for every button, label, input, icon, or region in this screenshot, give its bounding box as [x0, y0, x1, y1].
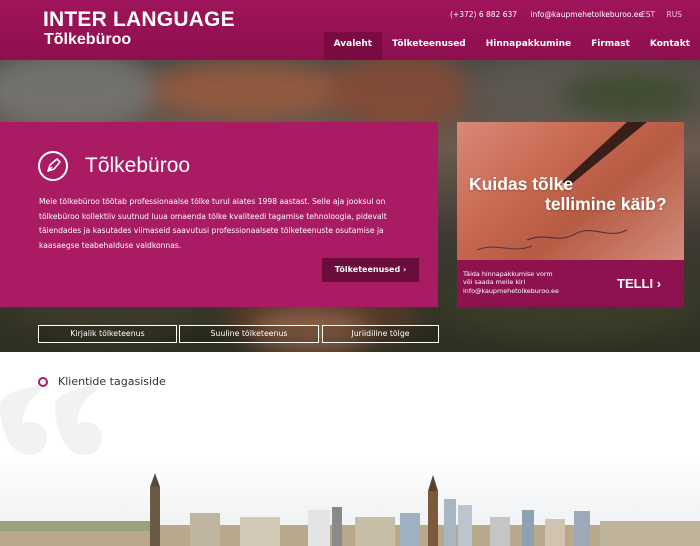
logo-subtitle: Tõlkebüroo [44, 31, 132, 48]
card-heading-line1: Kuidas tõlke [469, 174, 574, 194]
nav-tolketeenused[interactable]: Tõlketeenused [382, 32, 476, 60]
card-heading-line2: tellimine käib? [545, 194, 667, 214]
nav-firmast[interactable]: Firmast [581, 32, 640, 60]
email-link[interactable]: info@kaupmehetolkeburoo.ee [530, 10, 643, 19]
card-info-line2: või saada meile kiri [463, 278, 526, 287]
order-button[interactable]: TELLI › [617, 276, 661, 291]
intro-title: Tõlkebüroo [85, 154, 191, 177]
main-nav: Avaleht Tõlketeenused Hinnapakkumine Fir… [323, 32, 700, 60]
intro-text: Meie tõlkebüroo töötab professionaalse t… [39, 197, 387, 250]
logo[interactable]: INTER LANGUAGE Tõlkebüroo [43, 9, 235, 49]
language-switcher: EST RUS [641, 10, 691, 19]
site-header: INTER LANGUAGE Tõlkebüroo (+372) 6 882 6… [0, 0, 700, 60]
oral-translation-button[interactable]: Suuline tõlketeenus [179, 325, 319, 343]
header-contact: (+372) 6 882 637 info@kaupmehetolkeburoo… [450, 10, 654, 19]
nav-kontakt[interactable]: Kontakt [640, 32, 700, 60]
written-translation-button[interactable]: Kirjalik tõlketeenus [38, 325, 177, 343]
legal-translation-button[interactable]: Juriidiline tõlge [322, 325, 439, 343]
card-info: Täida hinnapakkumise vorm või saada meil… [463, 270, 608, 295]
card-info-email[interactable]: info@kaupmehetolkeburoo.ee [463, 287, 608, 295]
lang-rus[interactable]: RUS [666, 10, 681, 19]
nav-hinnapakkumine[interactable]: Hinnapakkumine [476, 32, 581, 60]
card-info-line1: Täida hinnapakkumise vorm [463, 270, 553, 278]
testimonials-title: Klientide tagasiside [58, 375, 166, 388]
order-card[interactable]: Kuidas tõlke tellimine käib? Täida hinna… [457, 122, 684, 307]
city-skyline-image [0, 455, 700, 546]
bullet-circle-icon [38, 377, 48, 387]
translation-services-button[interactable]: Tõlketeenused › [322, 258, 419, 282]
nav-avaleht[interactable]: Avaleht [323, 32, 383, 60]
quote-icon [0, 385, 102, 455]
lang-est[interactable]: EST [641, 10, 655, 19]
pen-nib-icon [38, 151, 68, 181]
logo-title: INTER LANGUAGE [43, 8, 235, 31]
phone-number[interactable]: (+372) 6 882 637 [450, 10, 517, 19]
